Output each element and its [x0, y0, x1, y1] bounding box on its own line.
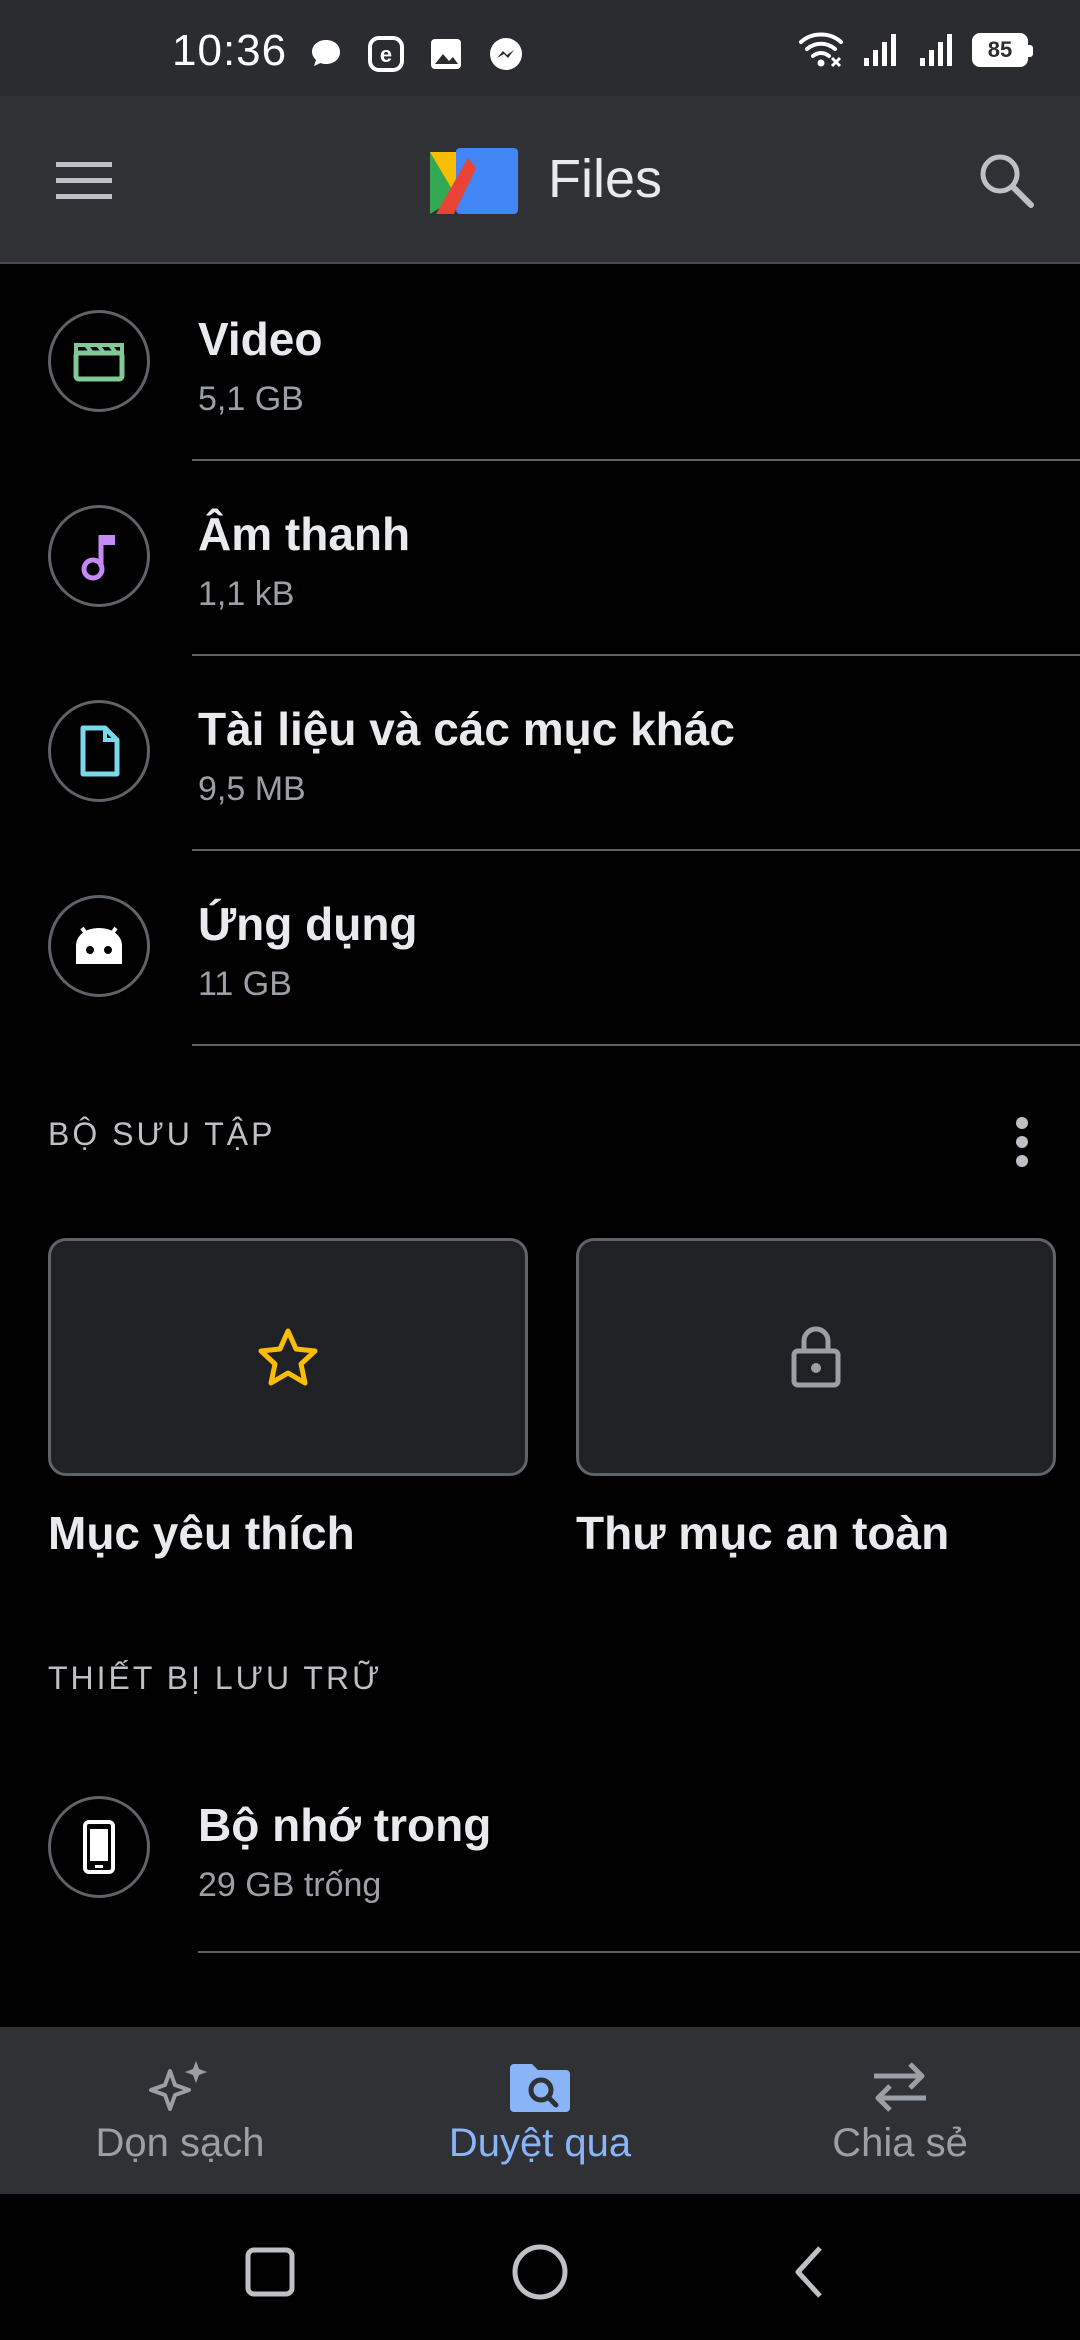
category-size: 9,5 MB [198, 770, 306, 808]
category-row-video[interactable]: Video 5,1 GB [0, 266, 1080, 461]
category-title: Ứng dụng [198, 898, 418, 950]
status-bar: 10:36 e 85 [0, 0, 1080, 96]
browse-icon-wrap [504, 2057, 576, 2117]
storage-header: THIẾT BỊ LƯU TRỮ [48, 1660, 383, 1696]
svg-text:e: e [380, 42, 392, 67]
swap-arrows-icon [874, 2062, 926, 2112]
storage-free: 29 GB trống [198, 1866, 382, 1904]
search-icon [980, 154, 1034, 208]
e-app-icon: e [368, 36, 404, 72]
star-icon [258, 1328, 318, 1386]
phone-icon [83, 1820, 115, 1874]
document-icon-circle [48, 700, 150, 802]
more-vert-icon [1016, 1117, 1028, 1167]
storage-title: Bộ nhớ trong [198, 1799, 492, 1851]
menu-button[interactable] [40, 140, 128, 220]
status-time: 10:36 [172, 26, 288, 75]
notification-icons: e [306, 34, 526, 74]
collections-more-button[interactable] [994, 1110, 1050, 1174]
home-circle-icon [512, 2244, 568, 2300]
android-icon [76, 926, 122, 964]
signal-icon-1 [864, 34, 896, 66]
nav-share-label: Chia sẻ [832, 2121, 968, 2165]
favorites-card[interactable] [48, 1238, 528, 1476]
internal-storage-row[interactable]: Bộ nhớ trong 29 GB trống [0, 1751, 1080, 1953]
app-title: Files [548, 149, 663, 209]
category-row-documents[interactable]: Tài liệu và các mục khác 9,5 MB [0, 656, 1080, 851]
divider [198, 1951, 1080, 1953]
category-row-audio[interactable]: Âm thanh 1,1 kB [0, 461, 1080, 656]
safe-folder-card[interactable] [576, 1238, 1056, 1476]
category-title: Video [198, 313, 323, 365]
phone-icon-circle [48, 1796, 150, 1898]
recents-square-icon [245, 2247, 295, 2297]
category-title: Tài liệu và các mục khác [198, 703, 735, 755]
recents-button[interactable] [230, 2232, 310, 2312]
nav-browse[interactable]: Duyệt qua [360, 2027, 720, 2194]
category-size: 11 GB [198, 965, 292, 1003]
files-app-screen: 10:36 e 85 Files Video 5,1 GB Âm thanh 1… [0, 0, 1080, 2340]
collections-header: BỘ SƯU TẬP [48, 1116, 276, 1152]
folder-search-icon [510, 2064, 570, 2112]
music-note-icon [81, 535, 115, 581]
nav-clean-label: Dọn sạch [95, 2121, 265, 2165]
document-icon [80, 725, 120, 777]
video-icon [73, 343, 125, 382]
favorites-label: Mục yêu thích [48, 1507, 355, 1559]
category-size: 5,1 GB [198, 380, 304, 418]
battery-indicator: 85 [972, 33, 1033, 67]
category-size: 1,1 kB [198, 575, 295, 613]
battery-level: 85 [987, 37, 1013, 62]
hamburger-menu-icon [56, 162, 112, 199]
nav-share[interactable]: Chia sẻ [720, 2027, 1080, 2194]
nav-clean[interactable]: Dọn sạch [0, 2027, 360, 2194]
search-button[interactable] [962, 136, 1050, 224]
sparkle-icon-wrap [144, 2057, 216, 2117]
wifi-icon [799, 32, 843, 68]
safe-folder-label: Thư mục an toàn [576, 1507, 950, 1559]
sparkle-icon [149, 2061, 207, 2111]
nav-browse-label: Duyệt qua [448, 2121, 632, 2165]
chat-bubble-icon [312, 40, 340, 66]
bottom-navigation: Dọn sạch Duyệt qua Chia sẻ [0, 2027, 1080, 2194]
signal-icon-2 [920, 34, 952, 66]
system-navigation-bar [0, 2194, 1080, 2340]
divider [192, 1044, 1080, 1046]
category-title: Âm thanh [198, 508, 411, 560]
apps-icon-circle [48, 895, 150, 997]
home-button[interactable] [500, 2232, 580, 2312]
video-icon-circle [48, 310, 150, 412]
back-chevron-icon [795, 2246, 822, 2298]
lock-icon [791, 1326, 841, 1388]
app-bar: Files [0, 96, 1080, 264]
back-button[interactable] [770, 2232, 850, 2312]
status-indicators: 85 [798, 30, 1033, 70]
files-logo-icon [430, 148, 518, 214]
category-row-apps[interactable]: Ứng dụng 11 GB [0, 851, 1080, 1046]
audio-icon-circle [48, 505, 150, 607]
image-icon [431, 39, 461, 69]
messenger-icon [490, 38, 522, 70]
share-icon-wrap [864, 2057, 936, 2117]
